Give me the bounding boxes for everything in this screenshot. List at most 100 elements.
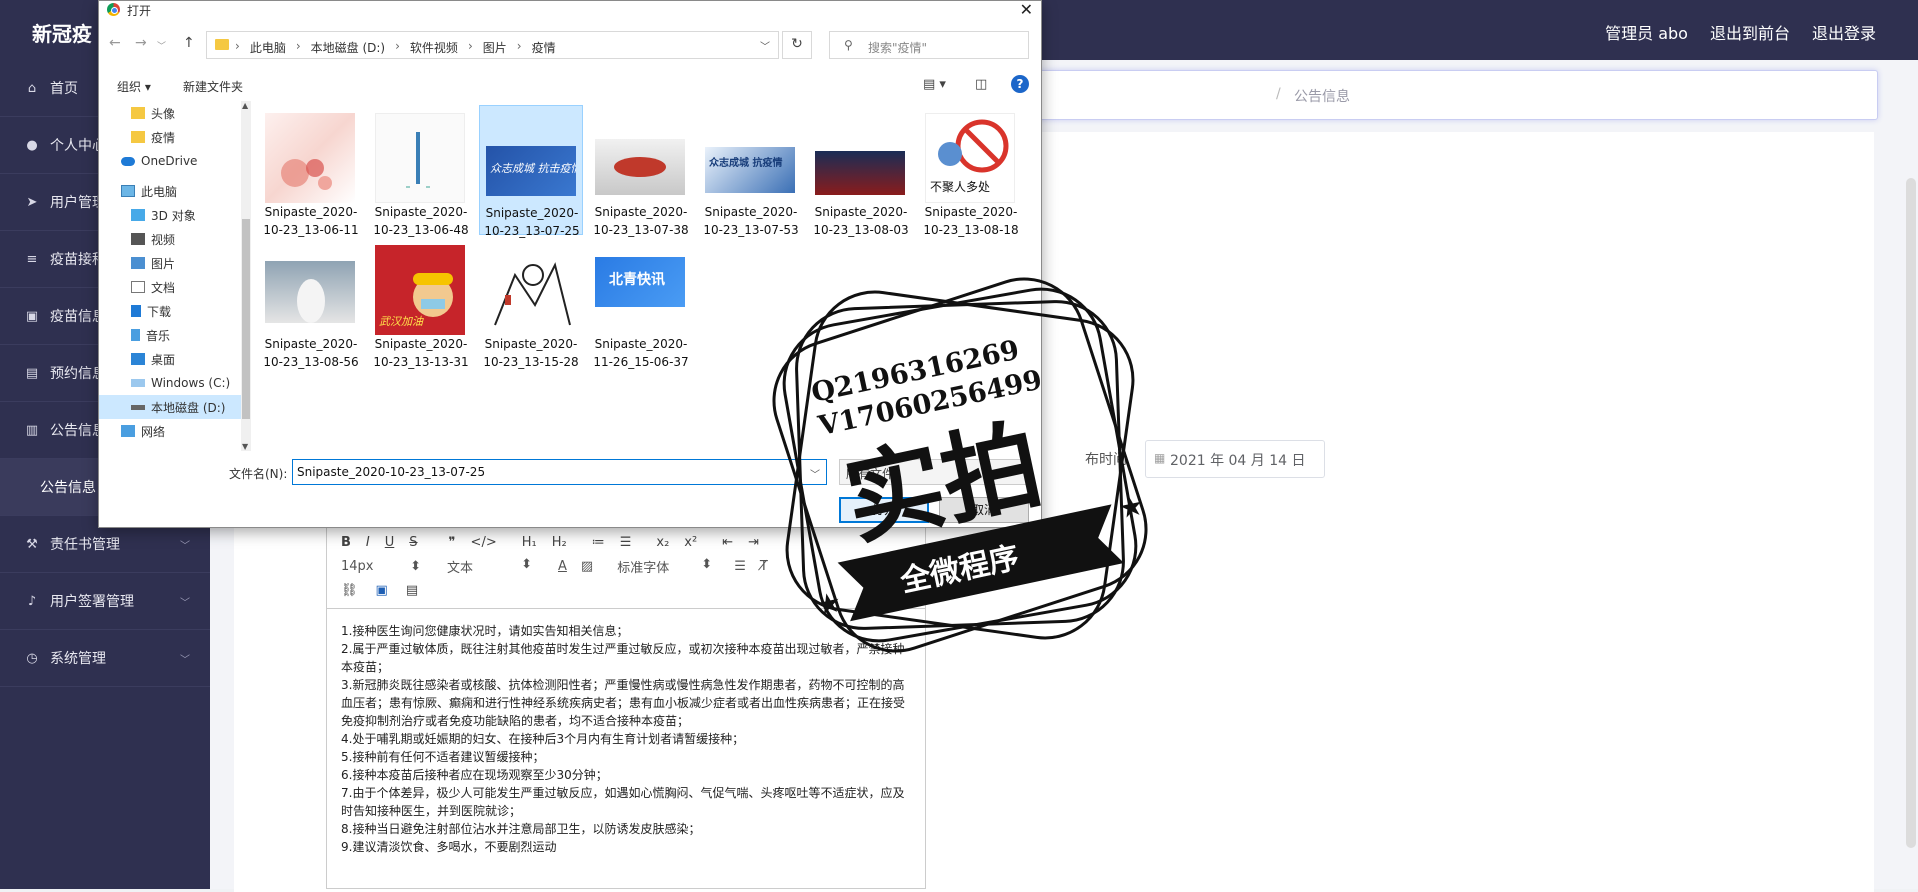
cloud-icon [121, 156, 135, 166]
view-options-icon[interactable]: ▤ ▾ [923, 77, 946, 92]
cancel-button[interactable]: 取消 [939, 497, 1029, 523]
page-scrollbar[interactable] [1904, 60, 1918, 889]
subscript-button[interactable]: x₂ [656, 535, 669, 550]
nav-item[interactable]: 图片 [99, 251, 241, 275]
forward-arrow-icon[interactable]: → [135, 35, 147, 51]
scroll-up-icon[interactable]: ▲ [242, 101, 248, 110]
back-arrow-icon[interactable]: ← [109, 35, 121, 51]
chevron-down-icon[interactable]: ﹀ [760, 38, 770, 53]
file-name-line: 10-23_13-15-28 [483, 355, 579, 369]
thumbnail-caption: 众志成城 抗击疫情 [490, 162, 576, 175]
scrollbar-thumb[interactable] [242, 219, 250, 419]
scroll-down-icon[interactable]: ▼ [242, 442, 248, 451]
file-type-select[interactable]: 所有文件 [839, 459, 1029, 485]
back-to-frontend-link[interactable]: 退出到前台 [1710, 20, 1790, 44]
background-color-button[interactable]: ▨ [581, 559, 593, 574]
nav-item[interactable]: 网络 [99, 419, 241, 443]
file-tile[interactable]: 北青快讯 Snipaste_2020- 11-26_15-06-37 [589, 237, 693, 369]
font-color-button[interactable]: A [558, 559, 567, 574]
nav-item[interactable]: 音乐 [99, 323, 241, 347]
preview-pane-icon[interactable]: ◫ [975, 77, 987, 92]
font-size-value: 14px [341, 558, 374, 574]
logout-link[interactable]: 退出登录 [1812, 20, 1876, 44]
file-thumbnail: 众志成城 抗击疫情 [486, 146, 576, 196]
search-placeholder: 搜索"疫情" [868, 41, 928, 55]
refresh-button[interactable]: ↻ [782, 31, 812, 59]
sidebar-item-signatures[interactable]: ♪ 用户签署管理 ﹀ [0, 573, 210, 630]
bullet-list-button[interactable]: ☰ [620, 535, 632, 550]
code-button[interactable]: </> [471, 535, 497, 550]
heading1-button[interactable]: H₁ [522, 535, 537, 550]
file-tile[interactable]: Snipaste_2020- 10-23_13-07-38 [589, 105, 693, 237]
file-name: Snipaste_2020- 11-26_15-06-37 [589, 335, 693, 371]
organize-button[interactable]: 组织 ▾ [117, 78, 151, 95]
nav-item[interactable]: 此电脑 [99, 179, 241, 203]
image-icon[interactable]: ▣ [376, 583, 388, 598]
nav-item[interactable]: 视频 [99, 227, 241, 251]
outdent-button[interactable]: ⇤ [722, 535, 733, 550]
italic-button[interactable]: I [366, 535, 370, 550]
scrollbar-thumb[interactable] [1906, 178, 1916, 848]
new-folder-button[interactable]: 新建文件夹 [183, 78, 243, 95]
path-segment[interactable]: 图片 [483, 39, 507, 56]
path-segment[interactable]: 本地磁盘 (D:) [311, 39, 385, 56]
chevron-down-icon[interactable]: ﹀ [810, 466, 820, 481]
nav-item-selected[interactable]: 本地磁盘 (D:) [99, 395, 241, 419]
file-tile[interactable]: 众志成城 抗疫情 Snipaste_2020- 10-23_13-07-53 [699, 105, 803, 237]
chevron-down-icon[interactable]: ﹀ [157, 39, 166, 52]
path-segment[interactable]: 软件视频 [410, 39, 458, 56]
clear-format-icon[interactable]: T̸ [760, 559, 768, 574]
strike-button[interactable]: S [409, 535, 417, 550]
heading2-button[interactable]: H₂ [552, 535, 567, 550]
bold-button[interactable]: B [341, 535, 351, 550]
video-icon[interactable]: ▤ [406, 583, 418, 598]
path-segment[interactable]: 此电脑 [250, 39, 286, 56]
address-bar[interactable]: › 此电脑 › 本地磁盘 (D:) › 软件视频 › 图片 › 疫情 ﹀ [206, 31, 779, 59]
editor-paragraph: 4.处于哺乳期或妊娠期的妇女、在接种后3个月内有生育计划者请暂缓接种； [341, 732, 745, 746]
rich-text-editor: B I U S ❞ </> H₁ H₂ ≔ ☰ x₂ x² ⇤ ⇥ 14px ⬍ … [326, 523, 926, 889]
open-button[interactable]: 打开 [839, 497, 929, 523]
align-icon[interactable]: ☰ [734, 559, 746, 574]
chevron-down-icon: ﹀ [180, 598, 190, 609]
help-icon[interactable]: ? [1011, 75, 1029, 93]
file-name: Snipaste_2020- 10-23_13-07-38 [589, 203, 693, 239]
filename-input[interactable]: Snipaste_2020-10-23_13-07-25 ﹀ [292, 459, 827, 485]
file-tile[interactable]: Snipaste_2020- 10-23_13-06-48 [369, 105, 473, 237]
breadcrumb-current[interactable]: 公告信息 [1294, 86, 1350, 106]
file-tile-selected[interactable]: 众志成城 抗击疫情 Snipaste_2020- 10-23_13-07-25 [479, 105, 583, 238]
editor-content[interactable]: 1.接种医生询问您健康状况时，请如实告知相关信息； 2.属于严重过敏体质，既往注… [327, 608, 925, 869]
indent-button[interactable]: ⇥ [748, 535, 759, 550]
nav-pane-scrollbar[interactable]: ▲ ▼ [241, 101, 251, 451]
nav-item[interactable]: 疫情 [99, 125, 241, 149]
file-tile[interactable]: Snipaste_2020- 10-23_13-15-28 [479, 237, 583, 369]
nav-item[interactable]: 桌面 [99, 347, 241, 371]
ordered-list-button[interactable]: ≔ [592, 535, 605, 550]
nav-item[interactable]: 下载 [99, 299, 241, 323]
nav-item[interactable]: Windows (C:) [99, 371, 241, 395]
file-name-line: 10-23_13-08-56 [263, 355, 359, 369]
file-tile[interactable]: Snipaste_2020- 10-23_13-06-11 [259, 105, 363, 237]
link-icon[interactable]: ⛓ [341, 583, 358, 598]
file-tile[interactable]: 不聚人多处 Snipaste_2020- 10-23_13-08-18 [919, 105, 1023, 237]
nav-item[interactable]: 3D 对象 [99, 203, 241, 227]
up-arrow-icon[interactable]: ↑ [183, 35, 195, 51]
nav-item[interactable]: 文档 [99, 275, 241, 299]
nav-item[interactable]: OneDrive [99, 149, 241, 173]
font-size-select[interactable]: 14px ⬍ [341, 559, 421, 574]
file-tile[interactable]: Snipaste_2020- 10-23_13-08-03 [809, 105, 913, 237]
nav-item[interactable]: 头像 [99, 101, 241, 125]
file-tile[interactable]: 武汉加油 Snipaste_2020- 10-23_13-13-31 [369, 237, 473, 369]
file-tile[interactable]: Snipaste_2020- 10-23_13-08-56 [259, 237, 363, 369]
font-family-select[interactable]: 标准字体 ⬍ [617, 557, 712, 576]
sidebar-item-system[interactable]: ◷ 系统管理 ﹀ [0, 630, 210, 687]
text-style-select[interactable]: 文本 ⬍ [447, 557, 532, 576]
path-segment[interactable]: 疫情 [532, 39, 556, 56]
publish-date-input[interactable]: ▦ 2021 年 04 月 14 日 [1145, 440, 1325, 478]
search-input[interactable]: ⚲ 搜索"疫情" [829, 31, 1029, 59]
superscript-button[interactable]: x² [684, 535, 697, 550]
underline-button[interactable]: U [385, 535, 395, 550]
admin-user-link[interactable]: 管理员 abo [1605, 20, 1688, 44]
close-icon[interactable]: ✕ [1020, 0, 1033, 19]
app-brand: 新冠疫 [32, 22, 92, 46]
quote-button[interactable]: ❞ [449, 535, 456, 550]
